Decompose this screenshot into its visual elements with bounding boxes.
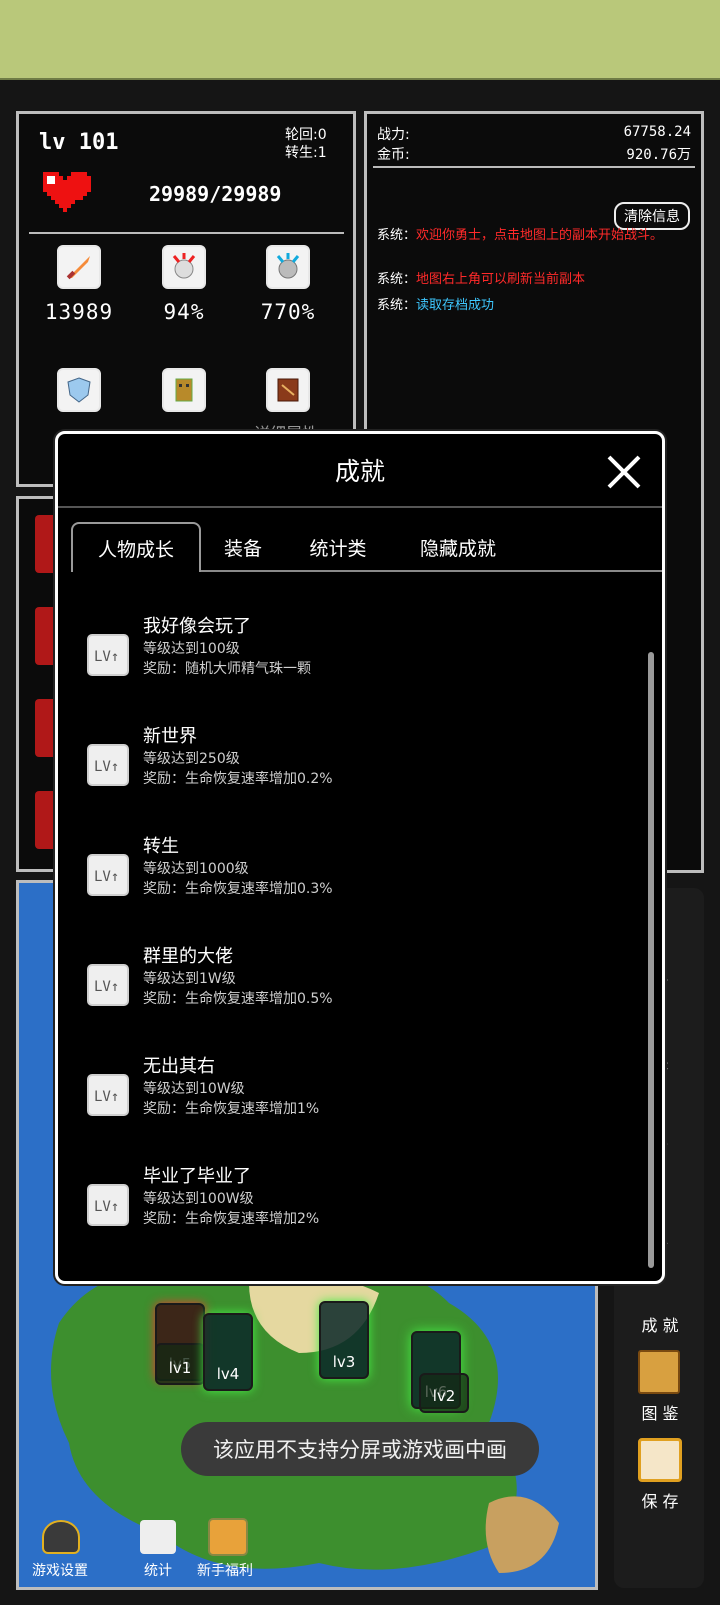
map-node-lv1[interactable]: lv1 — [155, 1343, 205, 1385]
level-up-icon: LV↑ — [87, 1184, 129, 1226]
svg-text:LV↑: LV↑ — [94, 1199, 119, 1215]
log-line: 系统：欢迎你勇士，点击地图上的副本开始战斗。 — [377, 228, 664, 243]
close-icon[interactable] — [606, 454, 642, 490]
hp-value: 29989/29989 — [149, 182, 282, 206]
fist-crit-icon — [162, 245, 206, 289]
map-node-lv4[interactable]: lv4 — [203, 1313, 253, 1391]
stats-scroll-icon[interactable] — [140, 1520, 176, 1554]
list-item[interactable]: LV↑ 新世界 等级达到250级 奖励：生命恢复速率增加0.2% — [83, 722, 623, 802]
divider — [58, 506, 662, 508]
level-up-icon: LV↑ — [87, 1074, 129, 1116]
side-item-save[interactable]: 保 存 — [632, 1488, 688, 1512]
newbie-welfare-button[interactable]: 新手福利 — [197, 1560, 253, 1580]
divider — [29, 232, 344, 234]
svg-text:LV↑: LV↑ — [94, 759, 119, 775]
level-up-icon: LV↑ — [87, 744, 129, 786]
side-item-collection[interactable]: 图 鉴 — [632, 1400, 688, 1424]
level-up-icon: LV↑ — [87, 854, 129, 896]
map-node-lv3[interactable]: lv3 — [319, 1301, 369, 1379]
side-item-achievement[interactable]: 成 就 — [632, 1312, 688, 1336]
list-item[interactable]: LV↑ 无出其右 等级达到10W级 奖励：生命恢复速率增加1% — [83, 1052, 623, 1132]
map-node-lv2[interactable]: lv2 — [419, 1373, 469, 1413]
level-up-icon: LV↑ — [87, 964, 129, 1006]
book-icon[interactable] — [638, 1350, 680, 1394]
reincarnation-count: 轮回:0 — [285, 127, 327, 143]
tab-equipment[interactable]: 装备 — [208, 522, 278, 572]
svg-text:LV↑: LV↑ — [94, 1089, 119, 1105]
list-item[interactable]: LV↑ 毕业了毕业了 等级达到100W级 奖励：生命恢复速率增加2% — [83, 1162, 623, 1242]
svg-text:LV↑: LV↑ — [94, 649, 119, 665]
achievement-modal: 成就 人物成长 装备 统计类 隐藏成就 LV↑ 我好像会玩了 等级达到100级 … — [55, 431, 665, 1284]
svg-text:LV↑: LV↑ — [94, 979, 119, 995]
list-item[interactable]: LV↑ 转生 等级达到1000级 奖励：生命恢复速率增加0.3% — [83, 832, 623, 912]
rebirth-count: 转生:1 — [285, 145, 327, 161]
golem-icon — [162, 368, 206, 412]
divider — [373, 166, 695, 168]
power-value: 67758.24 — [623, 124, 691, 140]
top-banner — [0, 0, 720, 80]
modal-title: 成就 — [334, 457, 385, 486]
book-icon[interactable] — [266, 368, 310, 412]
scroll-icon[interactable] — [638, 1438, 682, 1482]
gold-value: 920.76万 — [626, 147, 691, 163]
clear-info-button[interactable]: 清除信息 — [614, 202, 690, 230]
helmet-icon[interactable] — [42, 1520, 80, 1554]
sword-icon — [57, 245, 101, 289]
level-up-icon: LV↑ — [87, 634, 129, 676]
shield-icon — [57, 368, 101, 412]
hero-level: lv 101 — [39, 130, 119, 155]
power-label: 战力: — [377, 127, 410, 143]
stats-button[interactable]: 统计 — [144, 1560, 172, 1580]
crit-rate-value: 94% — [163, 300, 205, 324]
newbie-gift-icon[interactable] — [208, 1518, 248, 1556]
tab-character-growth[interactable]: 人物成长 — [71, 522, 201, 572]
scrollbar[interactable] — [648, 652, 654, 1268]
log-line: 系统：地图右上角可以刷新当前副本 — [377, 272, 586, 287]
heart-icon — [39, 168, 91, 216]
toast-message: 该应用不支持分屏或游戏画中画 — [181, 1422, 539, 1476]
crit-damage-value: 770% — [260, 300, 316, 324]
log-line: 系统：读取存档成功 — [377, 298, 495, 313]
game-settings-button[interactable]: 游戏设置 — [32, 1560, 88, 1580]
fist-crit-damage-icon — [266, 245, 310, 289]
list-item[interactable]: LV↑ 群里的大佬 等级达到1W级 奖励：生命恢复速率增加0.5% — [83, 942, 623, 1022]
gold-label: 金币: — [377, 147, 410, 163]
list-item[interactable]: LV↑ 我好像会玩了 等级达到100级 奖励：随机大师精气珠一颗 — [83, 612, 623, 692]
svg-text:LV↑: LV↑ — [94, 869, 119, 885]
attack-value: 13989 — [44, 300, 114, 324]
tab-hidden-achievements[interactable]: 隐藏成就 — [403, 522, 513, 572]
tab-statistics[interactable]: 统计类 — [298, 522, 378, 572]
